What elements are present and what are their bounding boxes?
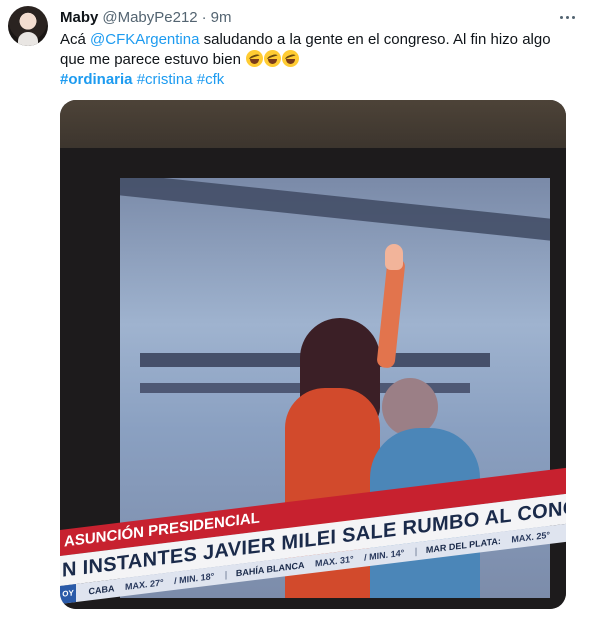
hashtag-ordinaria[interactable]: #ordinaria [60,71,133,88]
timestamp[interactable]: 9m [211,9,232,26]
author-handle[interactable]: @MabyPe212 [102,9,197,26]
ticker-side-label: OY [60,584,76,604]
hashtag-cfk[interactable]: #cfk [197,71,225,88]
laughing-emoji-icon [246,50,264,67]
wall-background [60,100,566,155]
weather-max: MAX. 27° [125,577,164,593]
mention-link[interactable]: @CFKArgentina [90,31,199,48]
more-options-icon[interactable] [556,8,578,26]
weather-divider: | [224,569,228,580]
tweet-text: Acá @CFKArgentina saludando a la gente e… [60,30,570,70]
weather-city: MAR DEL PLATA: [425,535,501,556]
weather-min: / MIN. 18° [174,571,215,586]
tweet-header: Maby @MabyPe212 · 9m [60,8,231,26]
weather-max: MAX. 25° [511,529,550,545]
raised-hand [385,244,403,270]
hashtag-cristina[interactable]: #cristina [137,71,193,88]
author-name[interactable]: Maby [60,9,98,26]
weather-min: / MIN. 14° [364,547,405,563]
avatar[interactable] [8,6,48,46]
tweet-photo[interactable]: ASUNCIÓN PRESIDENCIAL N INSTANTES JAVIER… [60,100,566,609]
weather-city: BAHÍA BLANCA [235,559,305,579]
raised-arm [376,257,406,369]
weather-max: MAX. 31° [315,553,354,569]
weather-city: CABA [88,583,115,597]
laughing-emoji-icon [264,50,282,67]
text-before: Acá [60,31,91,48]
ceiling-beam [120,178,550,241]
laughing-emoji-icon [282,50,300,67]
weather-divider: | [414,546,418,557]
separator: · [201,8,207,26]
hashtags: #ordinaria #cristina #cfk [60,70,224,90]
tweet[interactable]: Maby @MabyPe212 · 9m Acá @CFKArgentina s… [0,0,591,620]
